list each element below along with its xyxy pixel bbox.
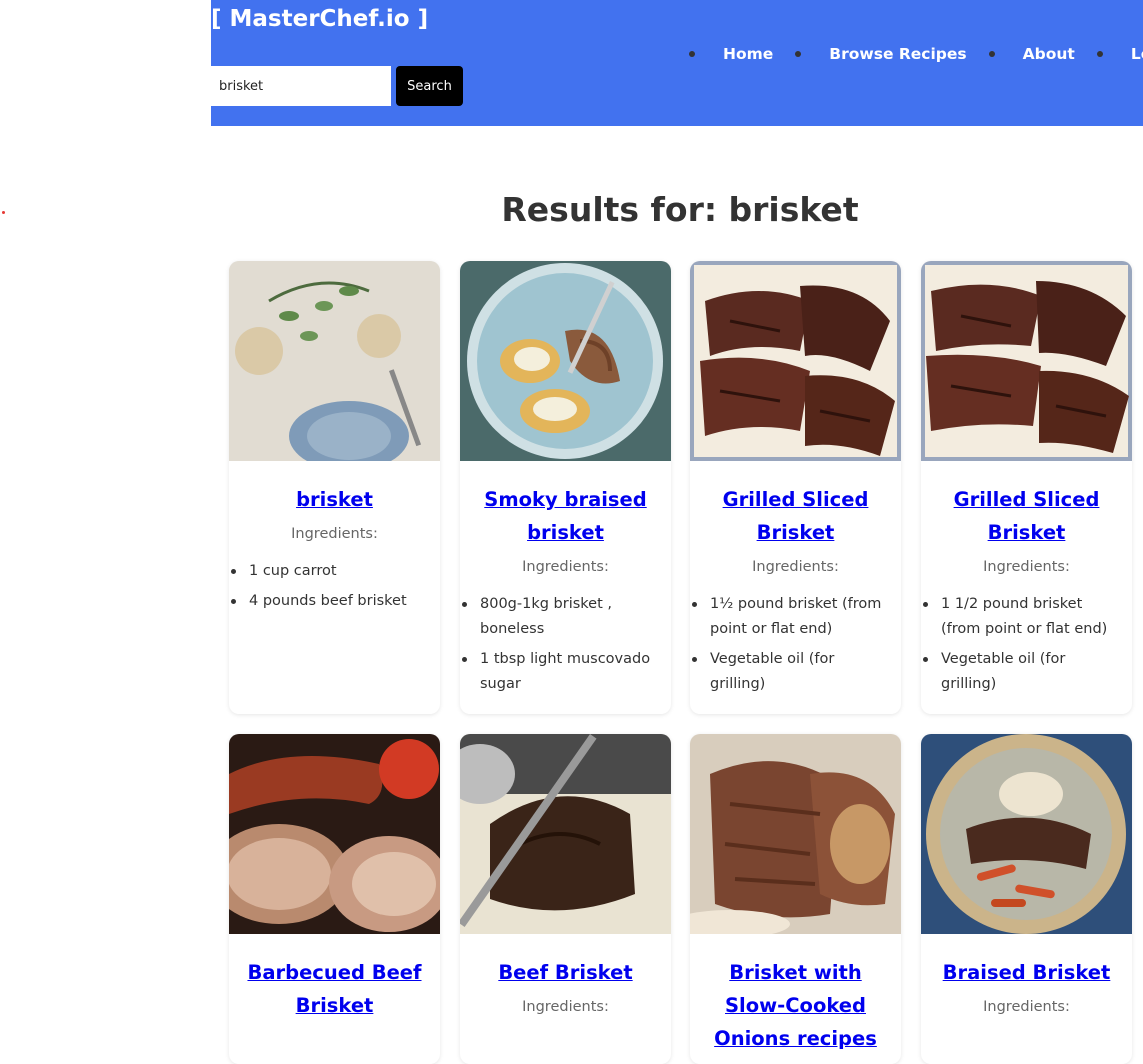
ingredients-list: 800g-1kg brisket , boneless 1 tbsp light… xyxy=(460,592,671,697)
results-title: Results for: brisket xyxy=(501,190,859,229)
nav-bullet xyxy=(988,51,995,57)
recipe-title-link[interactable]: Barbecued Beef Brisket xyxy=(239,956,430,1022)
stray-dot xyxy=(2,211,5,214)
ingredient-item: 1 tbsp light muscovado sugar xyxy=(462,647,663,697)
ingredients-label: Ingredients: xyxy=(291,526,378,542)
ingredients-list: 1½ pound brisket (from point or flat end… xyxy=(690,592,901,697)
ingredients-label: Ingredients: xyxy=(522,999,609,1015)
search-button[interactable]: Search xyxy=(396,66,463,106)
brisket-potatoes-plate-image[interactable] xyxy=(460,261,671,461)
ingredients-label: Ingredients: xyxy=(983,999,1070,1015)
recipe-card: Brisket with Slow-Cooked Onions recipes xyxy=(690,734,901,1064)
ingredients-list: 1 cup carrot 4 pounds beef brisket xyxy=(229,559,440,614)
table-setting-image[interactable] xyxy=(229,261,440,461)
top-header: [ MasterChef.io ] Search Home Browse Rec… xyxy=(211,0,1143,126)
nav-bullet xyxy=(689,51,695,57)
nav-login-link[interactable]: Login xyxy=(1131,45,1143,63)
main-nav: Home Browse Recipes About Login xyxy=(689,44,1143,64)
recipe-title-link[interactable]: Braised Brisket xyxy=(931,956,1122,989)
recipe-card: Grilled Sliced Brisket Ingredients: 1 1/… xyxy=(921,261,1132,714)
grilled-brisket-image[interactable] xyxy=(690,261,901,461)
recipe-title-link[interactable]: Beef Brisket xyxy=(470,956,661,989)
grilled-brisket-image[interactable] xyxy=(921,261,1132,461)
ingredient-item: Vegetable oil (for grilling) xyxy=(692,647,893,697)
recipe-title-link[interactable]: Smoky braised brisket xyxy=(470,483,661,549)
nav-home-link[interactable]: Home xyxy=(723,45,773,63)
recipe-title-link[interactable]: Grilled Sliced Brisket xyxy=(931,483,1122,549)
recipe-card: Grilled Sliced Brisket Ingredients: 1½ p… xyxy=(690,261,901,714)
ingredients-list: 1 1/2 pound brisket (from point or flat … xyxy=(921,592,1132,697)
recipe-card: brisket Ingredients: 1 cup carrot 4 poun… xyxy=(229,261,440,714)
nav-browse-recipes-link[interactable]: Browse Recipes xyxy=(829,45,966,63)
search-input[interactable] xyxy=(211,66,391,106)
nav-bullet xyxy=(795,51,802,57)
ingredients-label: Ingredients: xyxy=(752,559,839,575)
recipe-card: Barbecued Beef Brisket xyxy=(229,734,440,1064)
recipe-title-link[interactable]: Brisket with Slow-Cooked Onions recipes xyxy=(700,956,891,1055)
ingredient-item: 1½ pound brisket (from point or flat end… xyxy=(692,592,893,642)
ingredient-item: 1 cup carrot xyxy=(231,559,432,584)
ingredient-item: Vegetable oil (for grilling) xyxy=(923,647,1124,697)
ingredient-item: 4 pounds beef brisket xyxy=(231,589,432,614)
recipe-title-link[interactable]: brisket xyxy=(239,483,430,516)
ingredient-item: 1 1/2 pound brisket (from point or flat … xyxy=(923,592,1124,642)
recipe-card: Smoky braised brisket Ingredients: 800g-… xyxy=(460,261,671,714)
slicing-brisket-image[interactable] xyxy=(460,734,671,934)
braised-brisket-bowl-image[interactable] xyxy=(921,734,1132,934)
sausage-tomato-roast-image[interactable] xyxy=(229,734,440,934)
brand-logo[interactable]: [ MasterChef.io ] xyxy=(211,6,428,32)
recipe-card: Braised Brisket Ingredients: xyxy=(921,734,1132,1064)
ingredients-label: Ingredients: xyxy=(522,559,609,575)
brisket-onions-image[interactable] xyxy=(690,734,901,934)
nav-about-link[interactable]: About xyxy=(1023,45,1075,63)
nav-bullet xyxy=(1096,51,1103,57)
ingredients-label: Ingredients: xyxy=(983,559,1070,575)
recipe-title-link[interactable]: Grilled Sliced Brisket xyxy=(700,483,891,549)
recipe-card: Beef Brisket Ingredients: xyxy=(460,734,671,1064)
ingredient-item: 800g-1kg brisket , boneless xyxy=(462,592,663,642)
